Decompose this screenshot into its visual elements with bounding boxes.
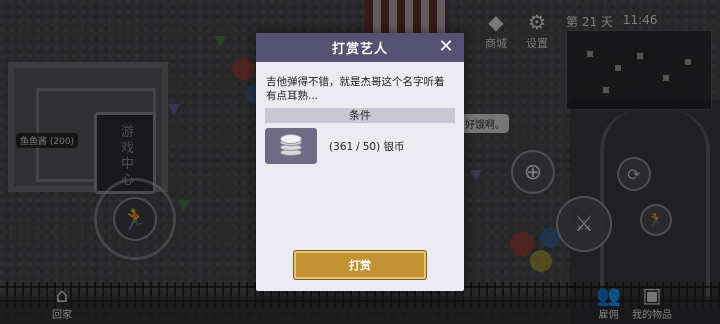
slash: / — [356, 140, 360, 153]
currency-name: 银币 — [383, 140, 405, 153]
coin-top — [280, 134, 302, 144]
silver-coin-icon — [276, 134, 306, 158]
paren-close: ) — [376, 140, 381, 153]
reward-button-label: 打赏 — [349, 259, 371, 272]
reward-artist-dialog: 打赏艺人 ✕ 吉他弹得不错，就是杰哥这个名字听着有点耳熟... 条件 (361/… — [256, 33, 464, 291]
dialog-title: 打赏艺人 — [331, 42, 388, 57]
required-amount: 50 — [362, 140, 377, 153]
dialog-header: 打赏艺人 ✕ — [256, 33, 464, 62]
current-amount: 361 — [333, 140, 354, 153]
dialog-description: 吉他弹得不错，就是杰哥这个名字听着有点耳熟... — [266, 76, 445, 102]
condition-header: 条件 — [265, 108, 455, 123]
close-button[interactable]: ✕ — [436, 37, 456, 57]
condition-row: (361/50) 银币 — [265, 128, 455, 164]
condition-text: (361/50) 银币 — [329, 139, 405, 154]
reward-button[interactable]: 打赏 — [294, 251, 426, 279]
item-slot — [265, 128, 317, 164]
close-icon: ✕ — [438, 36, 454, 57]
